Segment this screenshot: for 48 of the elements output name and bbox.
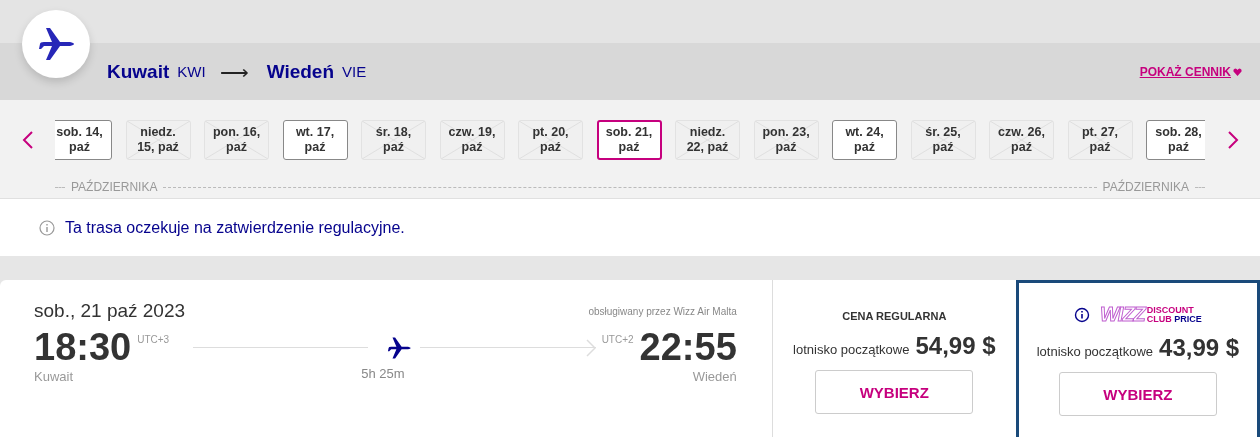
chevron-left-icon xyxy=(21,130,34,150)
select-fare-button[interactable]: WYBIERZ xyxy=(1058,372,1217,416)
date-tile[interactable]: pon. 23, paź xyxy=(753,120,819,160)
destination-city: Wiedeń xyxy=(266,60,334,83)
select-fare-button[interactable]: WYBIERZ xyxy=(815,370,974,414)
origin-code: KWI xyxy=(177,63,206,80)
departure-timezone: UTC+3 xyxy=(137,334,170,345)
fare-title: CENA REGULARNA xyxy=(842,310,947,322)
month-label: PAŹDZIERNIKA xyxy=(71,180,158,194)
info-icon xyxy=(39,219,55,236)
date-tile[interactable]: niedz. 15, paź xyxy=(125,120,191,160)
date-tile[interactable]: sob. 28, paź xyxy=(1146,120,1205,160)
date-tile[interactable]: pt. 20, paź xyxy=(518,120,583,160)
date-tile[interactable]: wt. 24, paź xyxy=(832,120,897,160)
date-tile[interactable]: śr. 25, paź xyxy=(910,120,976,160)
operator-text: obsługiwany przez Wizz Air Malta xyxy=(588,305,737,317)
route-arrow: ⟶ xyxy=(219,59,249,84)
date-tile[interactable]: sob. 14, paź xyxy=(55,120,112,160)
brand-logo: WIZZ xyxy=(1099,303,1145,326)
month-label: PAŹDZIERNIKA xyxy=(1102,180,1189,194)
departure-time: 18:30 xyxy=(34,326,132,369)
price-list-link[interactable]: POKAŻ CENNIK xyxy=(1139,64,1242,79)
date-tile[interactable]: czw. 26, paź xyxy=(989,120,1054,160)
heart-icon xyxy=(1233,67,1242,76)
date-tile[interactable]: śr. 18, paź xyxy=(361,120,426,160)
discount-club-label: DISCOUNT CLUB PRICE xyxy=(1146,305,1202,324)
plane-logo-icon xyxy=(22,10,90,78)
flight-date: sob., 21 paź 2023 xyxy=(34,300,186,322)
chevron-right-icon xyxy=(1226,130,1239,150)
arrival-city: Wiedeń xyxy=(692,369,737,384)
info-icon xyxy=(1073,306,1090,323)
departure-city: Kuwait xyxy=(34,369,74,384)
date-tile[interactable]: czw. 19, paź xyxy=(439,120,505,160)
flight-duration: 5h 25m xyxy=(361,366,405,381)
price-label: lotnisko początkowe xyxy=(793,342,910,357)
fare-price: 43,99 $ xyxy=(1159,334,1240,362)
origin-city: Kuwait xyxy=(107,60,170,83)
date-tile[interactable]: sob. 21, paź xyxy=(596,120,662,160)
date-tile[interactable]: pt. 27, paź xyxy=(1067,120,1133,160)
date-tile[interactable]: wt. 17, paź xyxy=(282,120,348,160)
date-tile[interactable]: niedz. 22, paź xyxy=(675,120,740,160)
notice-text: Ta trasa oczekuje na zatwierdzenie regulacyjne. xyxy=(65,218,405,237)
arrival-timezone: UTC+2 xyxy=(601,334,634,345)
price-label: lotnisko początkowe xyxy=(1036,344,1154,359)
destination-code: VIE xyxy=(342,63,367,80)
date-tile[interactable]: pon. 16, paź xyxy=(204,120,269,160)
arrival-time: 22:55 xyxy=(639,326,737,369)
fare-price: 54,99 $ xyxy=(915,332,996,360)
